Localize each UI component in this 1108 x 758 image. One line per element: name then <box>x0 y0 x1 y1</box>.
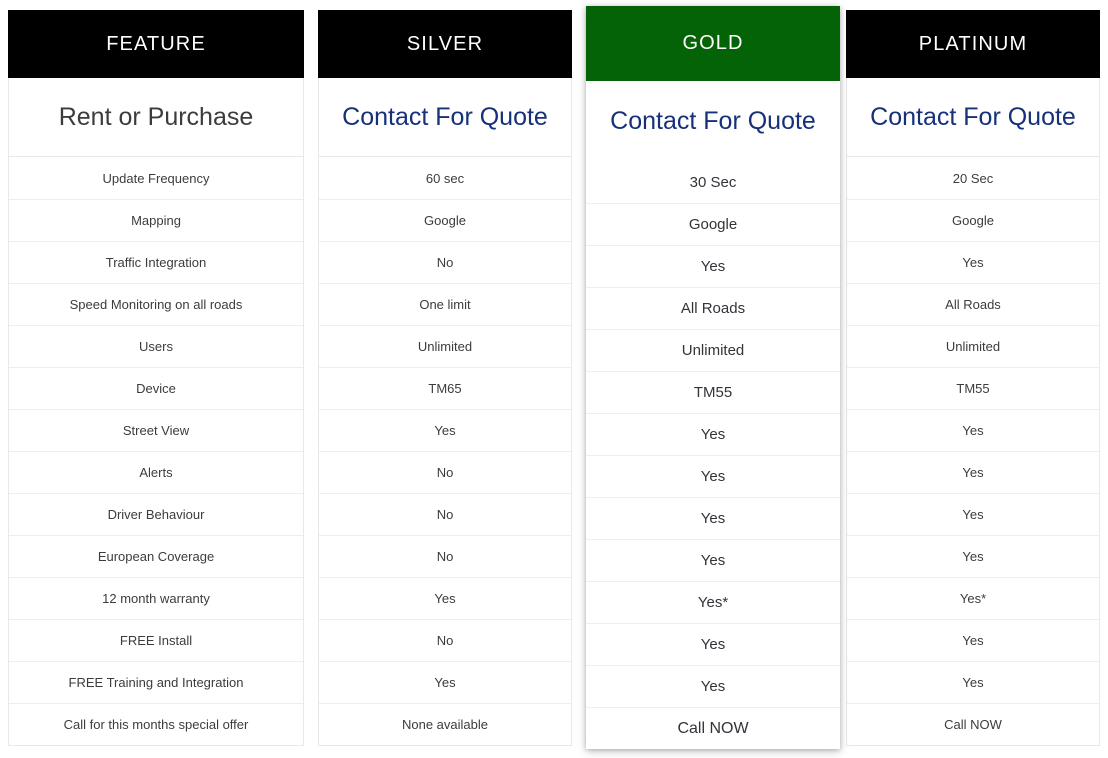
column-header-silver: SILVER <box>318 10 572 78</box>
table-row: No <box>319 451 571 493</box>
column-rows-gold: 30 Sec Google Yes All Roads Unlimited TM… <box>586 161 840 749</box>
table-row: 20 Sec <box>952 170 994 186</box>
table-row: Yes <box>586 623 840 665</box>
column-quote-feature: Rent or Purchase <box>8 78 304 157</box>
table-row: Call for this months special offer <box>9 703 303 745</box>
table-row: No <box>319 619 571 661</box>
table-row: Mapping <box>9 199 303 241</box>
table-row: Google <box>319 199 571 241</box>
column-quote-silver[interactable]: Contact For Quote <box>318 78 572 157</box>
pricing-comparison-table: FEATURE Rent or Purchase Update Frequenc… <box>0 0 1108 758</box>
table-row: Google <box>586 203 840 245</box>
column-platinum[interactable]: PLATINUM Contact For Quote 20 Sec Google… <box>846 10 1100 746</box>
table-row: Alerts <box>9 451 303 493</box>
table-row: Yes <box>847 535 1099 577</box>
table-row: One limit <box>319 283 571 325</box>
table-row: Yes <box>319 661 571 703</box>
table-row: Yes <box>847 409 1099 451</box>
table-row: Device <box>9 367 303 409</box>
table-row: Traffic Integration <box>9 241 303 283</box>
table-row: No <box>319 493 571 535</box>
column-rows-feature: Update Frequency Mapping Traffic Integra… <box>8 157 304 746</box>
table-row[interactable]: Call NOW <box>847 703 1099 745</box>
table-row: Unlimited <box>319 325 571 367</box>
table-row: Yes <box>586 497 840 539</box>
table-row: None available <box>319 703 571 745</box>
table-row: Yes* <box>847 577 1099 619</box>
column-silver[interactable]: SILVER Contact For Quote 60 sec Google N… <box>318 10 572 746</box>
table-row: Unlimited <box>586 329 840 371</box>
table-row: Driver Behaviour <box>9 493 303 535</box>
table-row: Yes <box>586 539 840 581</box>
table-row: 30 Sec <box>689 173 737 191</box>
table-row: Yes <box>586 245 840 287</box>
table-row: Yes <box>586 665 840 707</box>
table-row: Unlimited <box>847 325 1099 367</box>
column-header-gold: GOLD <box>586 6 840 81</box>
table-row: FREE Install <box>9 619 303 661</box>
table-row: TM65 <box>319 367 571 409</box>
column-gold[interactable]: GOLD Contact For Quote 30 Sec Google Yes… <box>586 6 840 749</box>
column-header-feature: FEATURE <box>8 10 304 78</box>
column-feature: FEATURE Rent or Purchase Update Frequenc… <box>8 10 304 746</box>
table-row: Yes <box>847 661 1099 703</box>
table-row: Google <box>847 199 1099 241</box>
table-row: Yes <box>319 409 571 451</box>
table-row: 12 month warranty <box>9 577 303 619</box>
table-row[interactable]: Call NOW <box>586 707 840 749</box>
column-quote-platinum[interactable]: Contact For Quote <box>846 78 1100 157</box>
table-row: Yes <box>847 493 1099 535</box>
table-row: FREE Training and Integration <box>9 661 303 703</box>
column-rows-platinum: 20 Sec Google Yes All Roads Unlimited TM… <box>846 157 1100 746</box>
table-row: Speed Monitoring on all roads <box>9 283 303 325</box>
column-rows-silver: 60 sec Google No One limit Unlimited TM6… <box>318 157 572 746</box>
table-row: 60 sec <box>425 170 465 186</box>
table-row: Yes <box>586 413 840 455</box>
table-row: Yes* <box>586 581 840 623</box>
table-row: TM55 <box>847 367 1099 409</box>
table-row: All Roads <box>586 287 840 329</box>
table-row: No <box>319 535 571 577</box>
table-row: Street View <box>9 409 303 451</box>
table-row: Users <box>9 325 303 367</box>
column-header-platinum: PLATINUM <box>846 10 1100 78</box>
table-row: No <box>319 241 571 283</box>
table-row: Yes <box>586 455 840 497</box>
table-row: TM55 <box>586 371 840 413</box>
column-quote-gold[interactable]: Contact For Quote <box>586 81 840 161</box>
table-row: All Roads <box>847 283 1099 325</box>
table-row: Yes <box>847 451 1099 493</box>
table-row: Yes <box>847 241 1099 283</box>
table-row: Update Frequency <box>102 170 210 186</box>
table-row: Yes <box>847 619 1099 661</box>
table-row: European Coverage <box>9 535 303 577</box>
table-row: Yes <box>319 577 571 619</box>
